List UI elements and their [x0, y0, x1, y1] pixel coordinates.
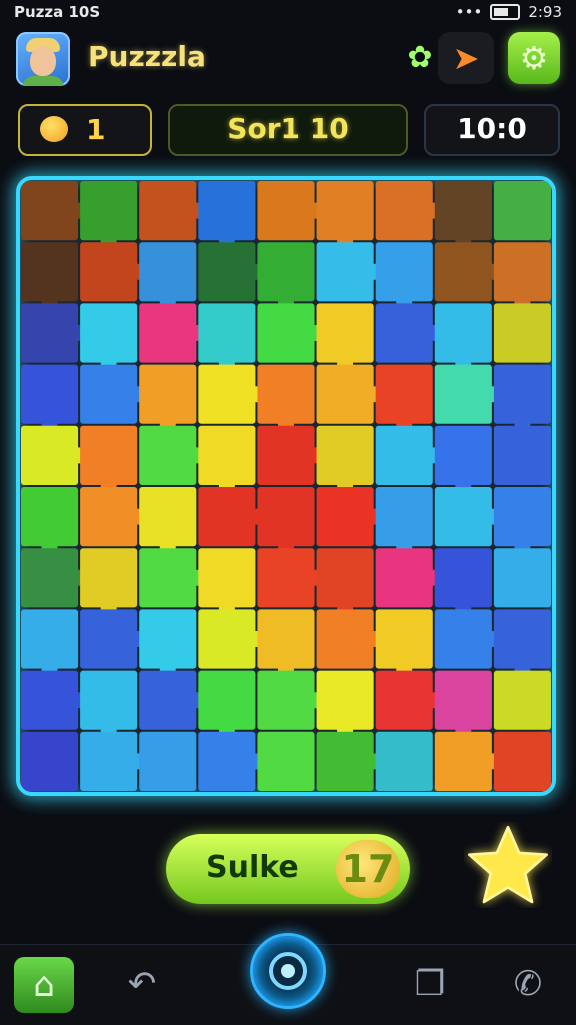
timer-display: 10:0 [424, 104, 560, 156]
recent-apps-button[interactable]: ❐ [408, 959, 452, 1009]
status-bar: Puzza 10S ••• 2:93 [0, 0, 576, 26]
phone-button[interactable]: ✆ [506, 959, 550, 1009]
puzzle-board-grid[interactable] [20, 180, 552, 792]
home-button[interactable]: ⌂ [14, 957, 74, 1013]
battery-icon [490, 4, 521, 20]
signal-icon: ••• [455, 3, 483, 21]
gear-icon: ⚙ [519, 39, 549, 77]
puzzle-board[interactable] [16, 176, 556, 796]
center-action-button[interactable] [250, 933, 326, 1009]
avatar-shirt [22, 76, 64, 86]
target-dot [281, 964, 295, 978]
bottom-navbar: ⌂ ↶ ❐ ✆ [0, 933, 576, 1025]
phone-icon: ✆ [513, 964, 543, 1004]
settings-button[interactable]: ⚙ [508, 32, 560, 84]
undo-button[interactable]: ↶ [120, 959, 164, 1009]
header-bar: Puzzzla ✿ ➤ ⚙ [0, 28, 576, 90]
star-icon[interactable] [464, 822, 552, 908]
puzzle-piece-icon[interactable]: ✿ [400, 38, 440, 78]
coins-counter: 1 [18, 104, 152, 156]
submit-badge: 17 [336, 840, 400, 898]
stats-row: 1 Sor1 10 10:0 [0, 104, 576, 156]
coins-value: 1 [86, 113, 106, 146]
app-title: Puzzzla [88, 40, 206, 73]
submit-button[interactable]: Sulke 17 [166, 834, 410, 904]
share-button[interactable]: ➤ [438, 32, 494, 84]
score-value: Sor1 10 [227, 112, 349, 145]
arrow-share-icon: ➤ [452, 39, 480, 77]
status-right-group: ••• 2:93 [456, 3, 562, 21]
coin-icon [40, 116, 68, 142]
player-avatar[interactable] [16, 32, 70, 86]
recent-apps-icon: ❐ [414, 964, 446, 1004]
status-time: 2:93 [528, 3, 562, 21]
score-display: Sor1 10 [168, 104, 408, 156]
home-icon: ⌂ [33, 965, 55, 1005]
submit-button-label: Sulke [206, 850, 299, 885]
status-app-label: Puzza 10S [14, 3, 101, 21]
undo-arrow-icon: ↶ [127, 964, 157, 1004]
avatar-face [30, 46, 56, 76]
timer-value: 10:0 [457, 112, 527, 145]
board-sheen [20, 180, 552, 792]
